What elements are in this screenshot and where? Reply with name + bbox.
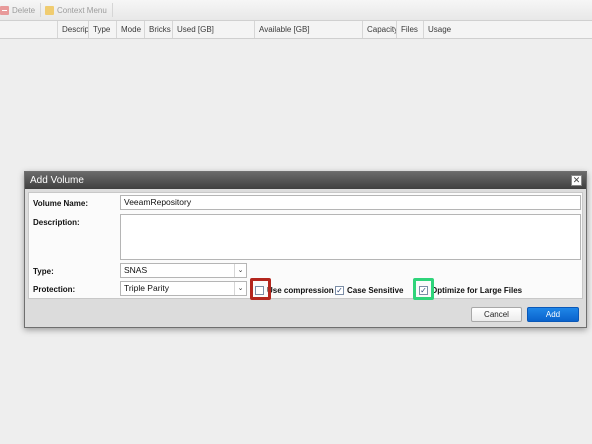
column-header-files[interactable]: Files <box>396 21 423 38</box>
toolbar: Delete Context Menu <box>0 0 592 21</box>
cancel-button[interactable]: Cancel <box>471 307 522 322</box>
delete-label: Delete <box>12 5 36 15</box>
delete-button[interactable]: Delete <box>0 4 35 16</box>
type-label: Type: <box>33 267 54 276</box>
context-menu-button[interactable]: Context Menu <box>45 4 107 16</box>
chevron-down-icon[interactable]: ⌄ <box>234 282 246 295</box>
dialog-form: Volume Name: VeeamRepository Description… <box>28 192 583 300</box>
chevron-down-icon[interactable]: ⌄ <box>234 264 246 277</box>
volume-name-label: Volume Name: <box>33 199 88 208</box>
protection-select-value: Triple Parity <box>124 283 170 293</box>
column-header-bricks[interactable]: Bricks <box>144 21 172 38</box>
add-button[interactable]: Add <box>527 307 579 322</box>
case-sensitive-checkbox[interactable]: ✓ <box>335 286 344 295</box>
add-volume-dialog: Add Volume ✕ Volume Name: VeeamRepositor… <box>24 171 587 328</box>
toolbar-divider <box>112 3 113 17</box>
close-icon[interactable]: ✕ <box>571 175 582 186</box>
type-select[interactable]: SNAS ⌄ <box>120 263 247 278</box>
delete-icon <box>0 5 9 15</box>
protection-select[interactable]: Triple Parity ⌄ <box>120 281 247 296</box>
context-menu-label: Context Menu <box>57 5 107 15</box>
toolbar-divider <box>40 3 41 17</box>
column-header-used[interactable]: Used [GB] <box>172 21 254 38</box>
optimize-highlight-box <box>413 278 434 300</box>
dialog-title: Add Volume <box>25 172 586 189</box>
column-header-usage[interactable]: Usage <box>423 21 592 38</box>
column-header-type[interactable]: Type <box>88 21 116 38</box>
column-header-description[interactable]: Descrip <box>57 21 88 38</box>
type-select-value: SNAS <box>124 265 148 275</box>
protection-label: Protection: <box>33 285 76 294</box>
volume-name-field[interactable]: VeeamRepository <box>120 195 581 210</box>
column-header-available[interactable]: Available [GB] <box>254 21 362 38</box>
compression-highlight-box <box>250 278 271 300</box>
optimize-large-files-label: Optimize for Large Files <box>431 286 523 295</box>
pencil-icon <box>45 5 54 15</box>
use-compression-label: Use compression <box>267 286 334 295</box>
app-window: Delete Context Menu Descrip Type Mode Br… <box>0 0 592 444</box>
case-sensitive-label: Case Sensitive <box>347 286 404 295</box>
volume-grid-header: Descrip Type Mode Bricks Used [GB] Avail… <box>0 21 592 39</box>
column-header-capacity[interactable]: Capacity <box>362 21 396 38</box>
description-field[interactable] <box>120 214 581 260</box>
column-header-mode[interactable]: Mode <box>116 21 144 38</box>
description-label: Description: <box>33 218 80 227</box>
